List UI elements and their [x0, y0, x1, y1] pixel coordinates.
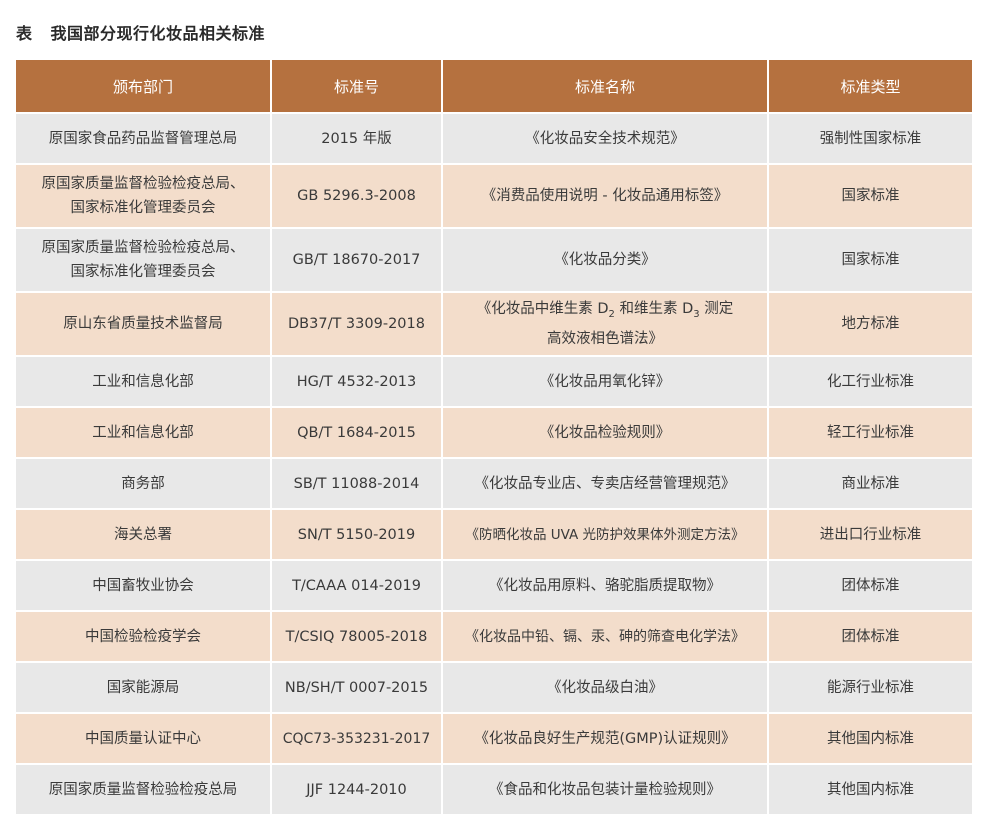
cell-dept: 工业和信息化部 — [16, 406, 272, 458]
cell-name: 《消费品使用说明 - 化妆品通用标签》 — [442, 163, 769, 228]
cell-dept-line2: 国家标准化管理委员会 — [70, 264, 216, 280]
header-name: 标准名称 — [442, 60, 769, 113]
cell-name: 《化妆品用原料、骆驼脂质提取物》 — [442, 559, 769, 611]
cell-dept-line1: 原国家质量监督检验检疫总局、 — [41, 240, 245, 256]
table-row: 原国家质量监督检验检疫总局 JJF 1244-2010 《食品和化妆品包装计量检… — [16, 763, 972, 814]
cell-name-line2: 高效液相色谱法》 — [547, 330, 663, 347]
table-row: 原国家质量监督检验检疫总局、 国家标准化管理委员会 GB/T 18670-201… — [16, 227, 972, 292]
cell-dept: 国家能源局 — [16, 661, 272, 713]
cell-code: SB/T 11088-2014 — [271, 457, 443, 509]
table-header-row: 颁布部门 标准号 标准名称 标准类型 — [16, 60, 972, 113]
cell-name: 《化妆品中铅、镉、汞、砷的筛查电化学法》 — [442, 610, 769, 662]
table-row: 中国检验检疫学会 T/CSIQ 78005-2018 《化妆品中铅、镉、汞、砷的… — [16, 610, 972, 662]
cell-dept: 中国畜牧业协会 — [16, 559, 272, 611]
cell-type: 其他国内标准 — [768, 712, 972, 764]
standards-table: 颁布部门 标准号 标准名称 标准类型 原国家食品药品监督管理总局 2015 年版… — [16, 60, 972, 814]
cell-type: 轻工行业标准 — [768, 406, 972, 458]
cell-dept: 海关总署 — [16, 508, 272, 560]
cell-dept: 商务部 — [16, 457, 272, 509]
table-row: 商务部 SB/T 11088-2014 《化妆品专业店、专卖店经营管理规范》 商… — [16, 457, 972, 509]
cell-dept: 中国检验检疫学会 — [16, 610, 272, 662]
cell-code: T/CSIQ 78005-2018 — [271, 610, 443, 662]
cell-code: HG/T 4532-2013 — [271, 355, 443, 407]
cell-name-line1: 《化妆品中维生素 D2 和维生素 D3 测定 — [445, 297, 765, 327]
cell-type: 强制性国家标准 — [768, 112, 972, 164]
header-type: 标准类型 — [768, 60, 972, 113]
cell-code: GB/T 18670-2017 — [271, 227, 443, 292]
cell-name: 《化妆品良好生产规范(GMP)认证规则》 — [442, 712, 769, 764]
name-part: 《化妆品中维生素 D — [476, 301, 609, 318]
table-row: 国家能源局 NB/SH/T 0007-2015 《化妆品级白油》 能源行业标准 — [16, 661, 972, 713]
cell-dept-line1: 原国家质量监督检验检疫总局、 — [41, 176, 245, 192]
table-row: 工业和信息化部 QB/T 1684-2015 《化妆品检验规则》 轻工行业标准 — [16, 406, 972, 458]
cell-code: CQC73-353231-2017 — [271, 712, 443, 764]
cell-type: 团体标准 — [768, 559, 972, 611]
cell-dept: 原国家质量监督检验检疫总局 — [16, 763, 272, 814]
cell-name: 《化妆品用氧化锌》 — [442, 355, 769, 407]
cell-type: 能源行业标准 — [768, 661, 972, 713]
cell-type: 国家标准 — [768, 163, 972, 228]
cell-dept: 原国家质量监督检验检疫总局、 国家标准化管理委员会 — [16, 227, 272, 292]
header-dept: 颁布部门 — [16, 60, 272, 113]
table-row: 原山东省质量技术监督局 DB37/T 3309-2018 《化妆品中维生素 D2… — [16, 291, 972, 356]
name-part: 和维生素 D — [614, 301, 694, 318]
cell-type: 团体标准 — [768, 610, 972, 662]
cell-name: 《化妆品级白油》 — [442, 661, 769, 713]
cell-code: GB 5296.3-2008 — [271, 163, 443, 228]
name-part: 测定 — [699, 301, 734, 318]
table-row: 中国质量认证中心 CQC73-353231-2017 《化妆品良好生产规范(GM… — [16, 712, 972, 764]
cell-dept: 中国质量认证中心 — [16, 712, 272, 764]
cell-dept: 工业和信息化部 — [16, 355, 272, 407]
cell-name: 《化妆品分类》 — [442, 227, 769, 292]
cell-name: 《防晒化妆品 UVA 光防护效果体外测定方法》 — [442, 508, 769, 560]
cell-name: 《食品和化妆品包装计量检验规则》 — [442, 763, 769, 814]
cell-type: 国家标准 — [768, 227, 972, 292]
cell-code: 2015 年版 — [271, 112, 443, 164]
caption-title: 我国部分现行化妆品相关标准 — [50, 24, 266, 43]
cell-type: 其他国内标准 — [768, 763, 972, 814]
table-row: 海关总署 SN/T 5150-2019 《防晒化妆品 UVA 光防护效果体外测定… — [16, 508, 972, 560]
cell-code: T/CAAA 014-2019 — [271, 559, 443, 611]
cell-code: SN/T 5150-2019 — [271, 508, 443, 560]
table-row: 中国畜牧业协会 T/CAAA 014-2019 《化妆品用原料、骆驼脂质提取物》… — [16, 559, 972, 611]
cell-name: 《化妆品专业店、专卖店经营管理规范》 — [442, 457, 769, 509]
table-row: 原国家食品药品监督管理总局 2015 年版 《化妆品安全技术规范》 强制性国家标… — [16, 112, 972, 164]
cell-code: JJF 1244-2010 — [271, 763, 443, 814]
cell-dept: 原国家质量监督检验检疫总局、 国家标准化管理委员会 — [16, 163, 272, 228]
cell-name: 《化妆品检验规则》 — [442, 406, 769, 458]
table-caption: 表我国部分现行化妆品相关标准 — [16, 20, 265, 44]
cell-type: 进出口行业标准 — [768, 508, 972, 560]
table-row: 工业和信息化部 HG/T 4532-2013 《化妆品用氧化锌》 化工行业标准 — [16, 355, 972, 407]
cell-type: 商业标准 — [768, 457, 972, 509]
cell-dept: 原国家食品药品监督管理总局 — [16, 112, 272, 164]
cell-dept-line2: 国家标准化管理委员会 — [70, 200, 216, 216]
cell-name: 《化妆品安全技术规范》 — [442, 112, 769, 164]
cell-type: 化工行业标准 — [768, 355, 972, 407]
cell-code: DB37/T 3309-2018 — [271, 291, 443, 356]
cell-code: NB/SH/T 0007-2015 — [271, 661, 443, 713]
caption-label: 表 — [16, 24, 33, 43]
cell-name: 《化妆品中维生素 D2 和维生素 D3 测定 高效液相色谱法》 — [442, 291, 769, 356]
cell-code: QB/T 1684-2015 — [271, 406, 443, 458]
cell-dept: 原山东省质量技术监督局 — [16, 291, 272, 356]
header-code: 标准号 — [271, 60, 443, 113]
table-row: 原国家质量监督检验检疫总局、 国家标准化管理委员会 GB 5296.3-2008… — [16, 163, 972, 228]
cell-type: 地方标准 — [768, 291, 972, 356]
